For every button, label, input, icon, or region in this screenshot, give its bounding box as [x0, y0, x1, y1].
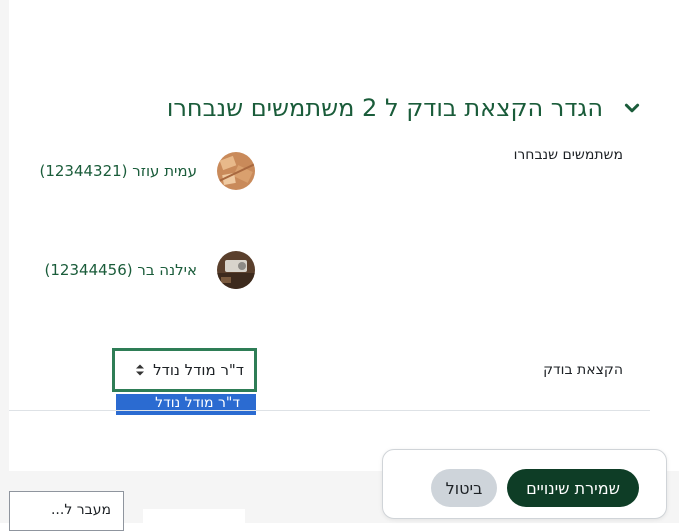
selected-users-label: משתמשים שנבחרו: [513, 147, 623, 163]
marker-select-value: ד"ר מודל נודל: [153, 361, 244, 379]
selected-user-row: אילנה בר (12344456): [45, 251, 255, 289]
select-arrows-icon: [135, 363, 145, 377]
user-name: אילנה בר (12344456): [44, 261, 197, 279]
sticky-footer: שמירת שינויים ביטול: [382, 449, 667, 519]
marker-allocation-label: הקצאת בודק: [543, 362, 623, 378]
left-edge-panel: [0, 0, 9, 523]
section-title: הגדר הקצאת בודק ל 2 משתמשים שנבחרו: [166, 94, 603, 122]
user-name: עמית עוזר (12344321): [39, 162, 197, 180]
jump-to-select[interactable]: מעבר ל...: [9, 491, 124, 531]
dropdown-option-marker[interactable]: ד"ר מודל נודל: [116, 394, 256, 415]
section-header: הגדר הקצאת בודק ל 2 משתמשים שנבחרו: [60, 88, 643, 128]
save-changes-button[interactable]: שמירת שינויים: [507, 469, 639, 507]
chevron-down-icon[interactable]: [621, 97, 643, 119]
marker-select[interactable]: ד"ר מודל נודל: [112, 348, 257, 392]
user-avatar: [217, 251, 255, 289]
selected-user-row: עמית עוזר (12344321): [39, 152, 255, 190]
cancel-button[interactable]: ביטול: [431, 469, 497, 507]
divider: [9, 410, 650, 411]
footer-tab: [143, 509, 245, 523]
user-avatar: [217, 152, 255, 190]
